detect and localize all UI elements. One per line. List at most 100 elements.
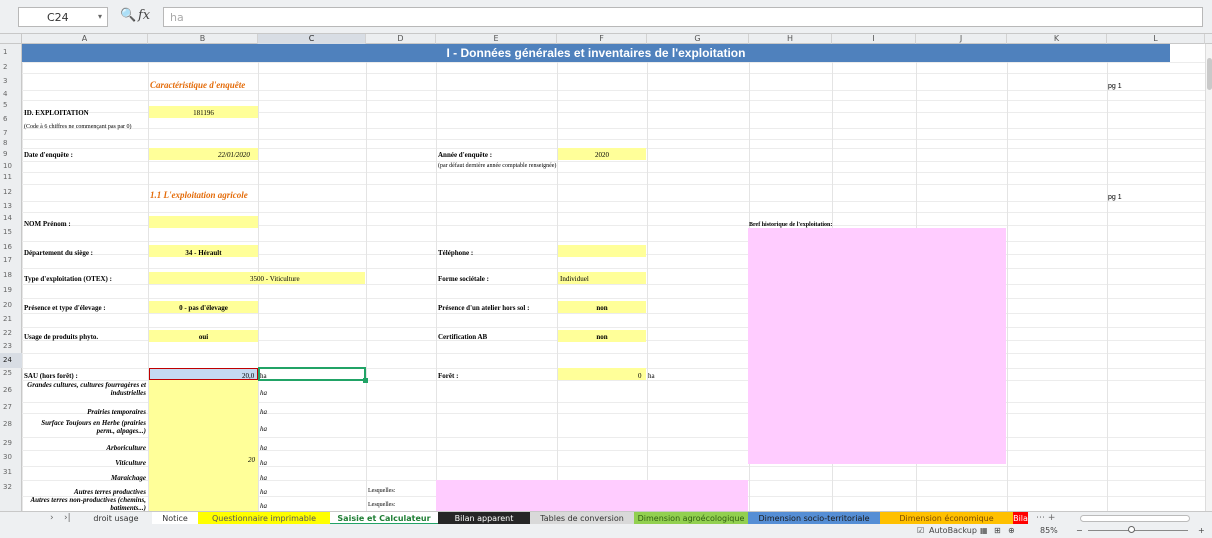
row-header-8[interactable]: 8 [0, 139, 22, 148]
column-header-l[interactable]: L [1107, 34, 1205, 44]
row-header-4[interactable]: 4 [0, 90, 22, 100]
row-header-29[interactable]: 29 [0, 437, 22, 450]
grid-row-line [22, 161, 1212, 162]
row-header-16[interactable]: 16 [0, 241, 22, 254]
column-header-d[interactable]: D [366, 34, 436, 44]
row-header-25[interactable]: 25 [0, 368, 22, 380]
zoom-level[interactable]: 85% [1040, 525, 1058, 537]
row-header-5[interactable]: 5 [0, 100, 22, 112]
date-label: Date d'enquête : [24, 151, 73, 159]
active-cell-c24[interactable] [258, 367, 366, 381]
foret-label: Forêt : [438, 372, 459, 380]
row-header-9[interactable]: 9 [0, 148, 22, 161]
grid-row-line [22, 184, 1212, 185]
function-wizard-icon[interactable]: 🔍 [120, 8, 136, 23]
row-header-14[interactable]: 14 [0, 212, 22, 225]
departement-label: Département du siège : [24, 249, 94, 257]
page-layout-icon[interactable]: ⊞ [994, 525, 1001, 537]
fx-icon[interactable]: fx [138, 8, 150, 23]
row-header-3[interactable]: 3 [0, 73, 22, 90]
row-header-19[interactable]: 19 [0, 284, 22, 298]
zoom-out-icon[interactable]: − [1076, 525, 1083, 537]
grid-column-line [647, 44, 648, 511]
grid-column-line [1107, 44, 1108, 511]
column-header-row: ABCDEFGHIJKL [0, 34, 1212, 44]
id-label: ID. EXPLOITATION [24, 109, 89, 117]
grid-row-line [22, 139, 1212, 140]
column-header-k[interactable]: K [1007, 34, 1107, 44]
section-enquete: Caractéristique d'enquête [150, 80, 246, 90]
row-header-7[interactable]: 7 [0, 128, 22, 139]
lesquelles-box[interactable] [436, 480, 748, 511]
column-header-e[interactable]: E [436, 34, 557, 44]
atelier-value: non [596, 304, 608, 312]
row-header-18[interactable]: 18 [0, 268, 22, 284]
row-header-21[interactable]: 21 [0, 313, 22, 327]
grid-column-line [366, 44, 367, 511]
row-header-24[interactable]: 24 [0, 353, 22, 368]
row-header-26[interactable]: 26 [0, 380, 22, 402]
nom-cell[interactable] [149, 216, 258, 228]
unit-ha-25: ha [260, 389, 267, 397]
sau-label: SAU (hors forêt) : [24, 372, 78, 380]
row-header-6[interactable]: 6 [0, 112, 22, 128]
row-header-column: 1 2 3 4 5 6 7 8 9 10 11 12 13 14 15 16 17 18 19 20 21 22 23 24 2… [0, 44, 22, 511]
grid-row-line [22, 100, 1212, 101]
row-header-20[interactable]: 20 [0, 298, 22, 313]
column-header-a[interactable]: A [22, 34, 148, 44]
autobackup-icon[interactable]: ☑ [917, 525, 924, 537]
normal-view-icon[interactable]: ▦ [980, 525, 988, 537]
row-header-30[interactable]: 30 [0, 450, 22, 466]
column-header-g[interactable]: G [647, 34, 749, 44]
row-header-28[interactable]: 28 [0, 413, 22, 437]
scrollbar-thumb[interactable] [1207, 58, 1212, 90]
row-header-10[interactable]: 10 [0, 161, 22, 172]
column-header-c[interactable]: C [258, 34, 366, 44]
row-header-2[interactable]: 2 [0, 62, 22, 73]
select-all-corner[interactable] [0, 34, 22, 44]
surfaces-column[interactable] [149, 380, 258, 511]
row-header-17[interactable]: 17 [0, 254, 22, 268]
row-header-22[interactable]: 22 [0, 327, 22, 340]
row-header-15[interactable]: 15 [0, 225, 22, 241]
spreadsheet-grid[interactable]: I - Données générales et inventaires de … [22, 44, 1212, 511]
row-header-13[interactable]: 13 [0, 201, 22, 212]
unit-ha-32: ha [260, 502, 267, 510]
column-header-b[interactable]: B [148, 34, 258, 44]
grid-row-line [22, 353, 1212, 354]
sau-unit: ha [260, 372, 267, 380]
row-header-31[interactable]: 31 [0, 466, 22, 480]
formula-input[interactable]: ha [163, 7, 1203, 27]
zoom-slider-knob[interactable] [1128, 526, 1135, 533]
row-header-32[interactable]: 32 [0, 480, 22, 496]
formula-bar: C24 ▾ 🔍 fx ha [0, 0, 1212, 34]
name-box[interactable]: C24 [18, 7, 108, 27]
column-header-i[interactable]: I [832, 34, 916, 44]
zoom-in-icon[interactable]: + [1198, 525, 1205, 537]
stoh-label: Surface Toujours en Herbe (prairies perm… [41, 419, 146, 435]
zoom-slider[interactable] [1088, 530, 1188, 531]
autobackup-label[interactable]: AutoBackup [929, 525, 977, 537]
grid-row-line [22, 241, 1212, 242]
column-header-j[interactable]: J [916, 34, 1007, 44]
row-header-27[interactable]: 27 [0, 402, 22, 413]
page-break-icon[interactable]: ⊕ [1008, 525, 1015, 537]
elevage-value: 0 - pas d'élevage [179, 304, 228, 312]
maraichage-label: Maraichage [111, 474, 146, 482]
row-header-12[interactable]: 12 [0, 184, 22, 201]
chevron-down-icon[interactable]: ▾ [98, 12, 102, 21]
column-header-f[interactable]: F [557, 34, 647, 44]
column-header-h[interactable]: H [749, 34, 832, 44]
grid-row-line [22, 268, 1212, 269]
vertical-scrollbar[interactable] [1205, 44, 1212, 511]
foret-cell[interactable] [558, 368, 646, 380]
telephone-cell[interactable] [558, 245, 646, 257]
row-header-11[interactable]: 11 [0, 172, 22, 184]
horizontal-scrollbar[interactable] [1080, 515, 1190, 522]
historique-box[interactable] [748, 228, 1006, 464]
row-header-1[interactable]: 1 [0, 44, 22, 62]
foret-value: 0 [638, 372, 642, 380]
viticulture-label: Viticulture [115, 459, 146, 467]
row-header-23[interactable]: 23 [0, 340, 22, 353]
fill-handle[interactable] [363, 378, 368, 383]
